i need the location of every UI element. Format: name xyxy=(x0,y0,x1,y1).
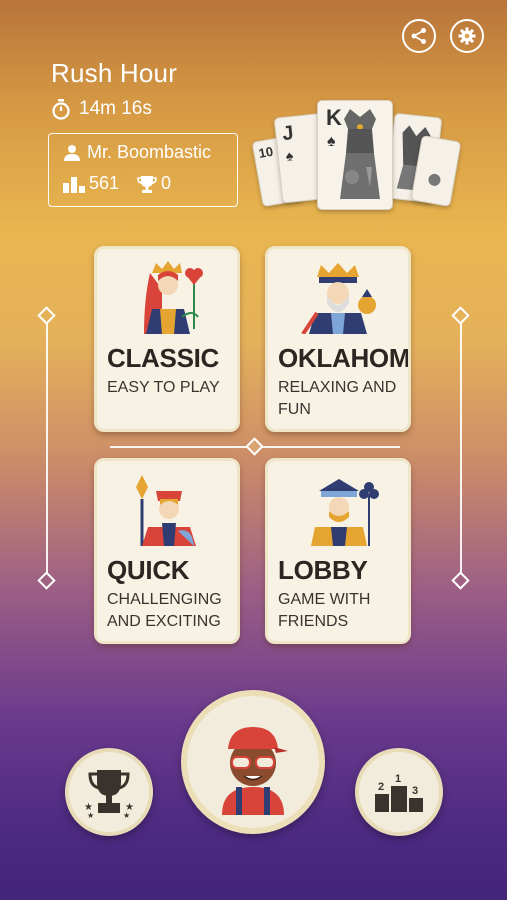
mode-oklahoma-title: OKLAHOMA xyxy=(278,343,411,373)
trophy-small-icon xyxy=(137,175,157,193)
profile-avatar-button[interactable] xyxy=(181,690,325,834)
svg-text:★: ★ xyxy=(87,811,94,818)
mode-quick-desc: CHALLENGING AND EXCITING xyxy=(107,591,222,630)
user-name: Mr. Boombastic xyxy=(87,142,212,162)
timer-value: 14m 16s xyxy=(79,98,152,119)
timer: 14m 16s xyxy=(51,98,152,120)
user-trophies: 0 xyxy=(161,173,172,193)
mode-quick-card[interactable]: QUICK CHALLENGING AND EXCITING xyxy=(94,458,240,644)
mode-classic-desc: EASY TO PLAY xyxy=(107,379,220,396)
avatar xyxy=(201,710,305,815)
stats-icon xyxy=(63,176,85,193)
stopwatch-icon xyxy=(52,98,70,120)
user-icon xyxy=(64,144,80,161)
right-bottom-diamond xyxy=(451,571,470,590)
svg-text:★: ★ xyxy=(123,811,130,818)
mode-classic-card[interactable]: CLASSIC EASY TO PLAY xyxy=(94,246,240,432)
leaderboard-button[interactable]: 2 1 3 xyxy=(355,748,443,836)
right-top-diamond xyxy=(451,306,470,325)
king-figure-icon xyxy=(301,263,376,334)
svg-text:1: 1 xyxy=(395,773,401,785)
left-bottom-diamond xyxy=(37,571,56,590)
svg-text:3: 3 xyxy=(412,785,418,797)
gear-icon xyxy=(458,27,476,45)
mode-lobby-card[interactable]: LOBBY GAME WITH FRIENDS xyxy=(265,458,411,644)
mode-oklahoma-desc: RELAXING AND FUN xyxy=(278,379,397,418)
mode-classic-title: CLASSIC xyxy=(107,343,220,373)
card-king: K ♠ xyxy=(317,100,393,210)
user-score: 561 xyxy=(89,173,120,193)
page-title: Rush Hour xyxy=(51,58,178,88)
podium-icon: 2 1 3 xyxy=(375,773,423,812)
jack-clubs-figure-icon xyxy=(311,479,379,546)
trophies-button[interactable]: ★ ★ ★ ★ xyxy=(65,748,153,836)
queen-figure-icon xyxy=(144,261,203,334)
mode-quick-title: QUICK xyxy=(107,555,190,585)
user-profile-box[interactable]: Mr. Boombastic 561 0 xyxy=(48,133,238,207)
jack-figure-icon xyxy=(136,475,196,546)
left-divider-line xyxy=(46,322,48,574)
svg-text:2: 2 xyxy=(378,781,384,793)
center-diamond xyxy=(245,437,264,456)
king-figure xyxy=(340,109,380,199)
share-icon xyxy=(411,28,426,44)
card-fan: 10 J ♠ K ♠ xyxy=(250,95,462,210)
settings-button[interactable] xyxy=(450,19,484,53)
left-top-diamond xyxy=(37,306,56,325)
trophy-icon: ★ ★ ★ ★ xyxy=(84,770,134,818)
share-button[interactable] xyxy=(402,19,436,53)
mode-lobby-title: LOBBY xyxy=(278,555,368,585)
mode-lobby-desc: GAME WITH FRIENDS xyxy=(278,591,371,630)
right-divider-line xyxy=(460,322,462,574)
mode-oklahoma-card[interactable]: OKLAHOMA RELAXING AND FUN xyxy=(265,246,411,432)
